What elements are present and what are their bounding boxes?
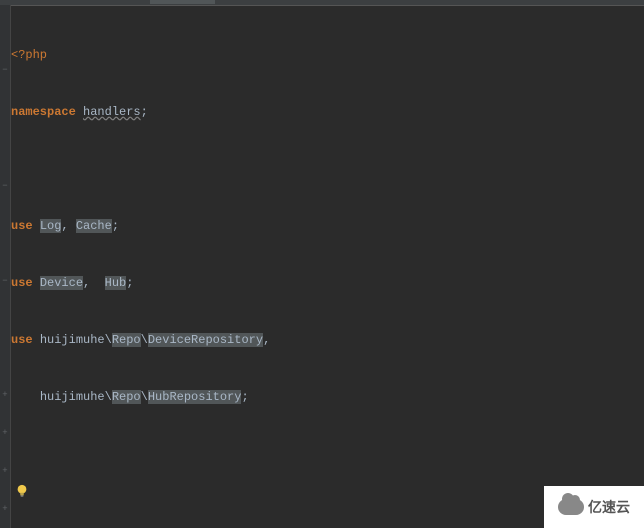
php-open-tag: <?php xyxy=(11,48,47,62)
use-class: Cache xyxy=(76,219,112,233)
active-tab-indicator xyxy=(150,0,215,4)
kw-use: use xyxy=(11,219,33,233)
fold-marker[interactable]: + xyxy=(0,466,10,476)
kw-use: use xyxy=(11,276,33,290)
fold-marker[interactable]: + xyxy=(0,390,10,400)
use-class: DeviceRepository xyxy=(148,333,263,347)
editor-topbar xyxy=(0,0,644,6)
use-ns: huijimuhe xyxy=(40,333,105,347)
gutter: − − − + + + + xyxy=(0,5,11,528)
kw-use: use xyxy=(11,333,33,347)
fold-marker[interactable]: − xyxy=(0,181,10,191)
fold-marker[interactable]: + xyxy=(0,428,10,438)
watermark: 亿速云 xyxy=(544,486,644,528)
use-class: Device xyxy=(40,276,83,290)
use-ns: Repo xyxy=(112,333,141,347)
intention-bulb-icon[interactable] xyxy=(15,484,29,498)
use-ns: Repo xyxy=(112,390,141,404)
use-ns: huijimuhe xyxy=(40,390,105,404)
kw-namespace: namespace xyxy=(11,105,76,119)
use-class: Log xyxy=(40,219,62,233)
watermark-text: 亿速云 xyxy=(588,498,630,517)
fold-marker[interactable]: − xyxy=(0,65,10,75)
code-editor[interactable]: − − − + + + + <?php namespace handlers; … xyxy=(0,0,644,528)
code-area[interactable]: <?php namespace handlers; use Log, Cache… xyxy=(11,8,644,528)
use-class: Hub xyxy=(105,276,127,290)
fold-marker[interactable]: + xyxy=(0,504,10,514)
cloud-icon xyxy=(558,499,584,515)
fold-marker[interactable]: − xyxy=(0,276,10,286)
use-class: HubRepository xyxy=(148,390,242,404)
semicolon: ; xyxy=(141,105,148,119)
namespace-name: handlers xyxy=(83,105,141,119)
